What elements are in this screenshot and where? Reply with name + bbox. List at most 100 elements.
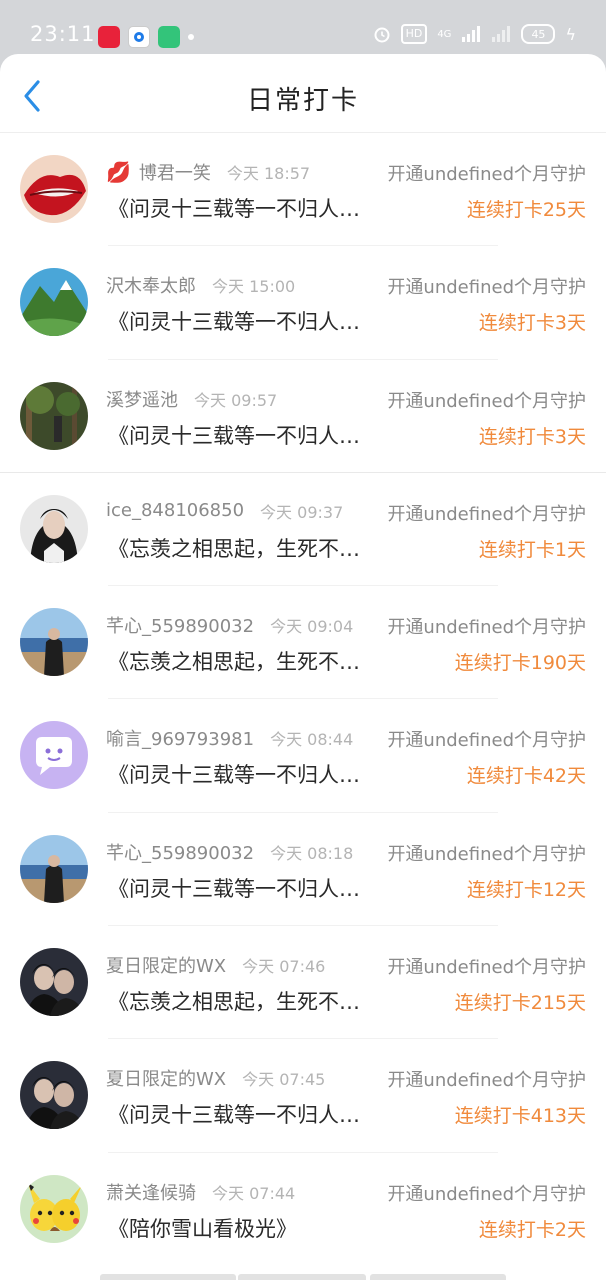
meta-line: 沢木奉太郎 今天 15:00 (106, 272, 295, 298)
list-item[interactable]: 芊心_559890032 今天 08:18 开通undefined个月守护 《问… (0, 813, 606, 927)
streak-count: 连续打卡1天 (478, 538, 586, 561)
user-name[interactable]: 芊心_559890032 (106, 839, 254, 865)
avatar[interactable] (20, 494, 88, 563)
avatar-duo-image (20, 1061, 88, 1130)
guard-status: 开通undefined个月守护 (387, 503, 586, 525)
list-item[interactable]: 💋 博君一笑 今天 18:57 开通undefined个月守护 《问灵十三载等一… (0, 133, 606, 247)
meta-line: ice_848106850 今天 09:37 (106, 499, 343, 523)
user-name[interactable]: ice_848106850 (106, 500, 244, 521)
streak-count: 连续打卡190天 (454, 652, 586, 675)
signal-icon (462, 26, 481, 42)
hd-badge: HD (400, 24, 428, 44)
avatar-mountain-image (20, 268, 88, 337)
notification-app-blue-icon (128, 26, 150, 48)
battery-icon: 45 (521, 24, 556, 44)
avatar[interactable] (20, 608, 88, 677)
list-item[interactable]: 芊心_559890032 今天 09:04 开通undefined个月守护 《忘… (0, 586, 606, 700)
more-notifications-dot-icon (188, 34, 194, 40)
user-name[interactable]: 芊心_559890032 (106, 612, 254, 638)
list-item[interactable]: 溪梦遥池 今天 09:57 开通undefined个月守护 《问灵十三载等一不归… (0, 360, 606, 473)
bottom-tab-hint (100, 1274, 236, 1280)
guard-status: 开通undefined个月守护 (387, 164, 586, 185)
meta-line: 溪梦遥池 今天 09:57 (106, 386, 277, 412)
list-item[interactable]: ice_848106850 今天 09:37 开通undefined个月守护 《… (0, 473, 606, 587)
notification-app-red-icon (98, 26, 120, 48)
user-name[interactable]: 萧关逢候骑 (106, 1179, 196, 1205)
avatar[interactable] (20, 268, 88, 337)
avatar[interactable] (20, 1061, 88, 1130)
status-time: 23:11 (30, 22, 96, 46)
guard-status: 开通undefined个月守护 (387, 617, 586, 639)
avatar-default-chat-image (20, 721, 88, 790)
charging-icon: ϟ (565, 24, 576, 44)
post-time: 今天 09:57 (194, 390, 278, 410)
avatar[interactable] (20, 381, 88, 450)
checkin-title[interactable]: 《问灵十三载等一不归人… (108, 420, 376, 450)
post-time: 今天 18:57 (226, 164, 311, 183)
avatar[interactable] (20, 948, 88, 1017)
post-time: 今天 08:18 (270, 843, 354, 863)
list-item[interactable]: 夏日限定的WX 今天 07:46 开通undefined个月守护 《忘羡之相思起… (0, 926, 606, 1040)
streak-count: 连续打卡2天 (478, 1218, 586, 1241)
post-time: 今天 07:44 (212, 1183, 296, 1203)
user-name[interactable]: 喻言_969793981 (106, 725, 254, 751)
checkin-title[interactable]: 《问灵十三载等一不归人… (108, 306, 376, 336)
guard-status: 开通undefined个月守护 (387, 730, 586, 752)
user-name[interactable]: 夏日限定的WX (106, 952, 226, 978)
user-name[interactable]: 溪梦遥池 (106, 386, 178, 412)
avatar[interactable] (20, 834, 88, 903)
avatar-lake-image (20, 608, 88, 677)
avatar[interactable] (20, 721, 88, 790)
checkin-title[interactable]: 《问灵十三载等一不归人… (108, 1099, 376, 1129)
meta-line: 夏日限定的WX 今天 07:46 (106, 952, 325, 978)
post-time: 今天 09:37 (260, 502, 344, 522)
signal-2-icon (492, 26, 511, 42)
meta-line: 💋 博君一笑 今天 18:57 (106, 159, 310, 185)
lips-badge-icon: 💋 (106, 160, 131, 184)
checkin-title[interactable]: 《问灵十三载等一不归人… (108, 759, 376, 789)
checkin-title[interactable]: 《问灵十三载等一不归人… (108, 193, 376, 223)
user-name[interactable]: 博君一笑 (139, 159, 211, 185)
list-item[interactable]: 萧关逢候骑 今天 07:44 开通undefined个月守护 《陪你雪山看极光》… (0, 1153, 606, 1266)
checkin-title[interactable]: 《陪你雪山看极光》 (108, 1213, 376, 1243)
meta-line: 芊心_559890032 今天 08:18 (106, 839, 353, 865)
guard-status: 开通undefined个月守护 (387, 277, 586, 299)
checkin-title[interactable]: 《问灵十三载等一不归人… (108, 873, 376, 903)
meta-line: 喻言_969793981 今天 08:44 (106, 725, 353, 751)
list-item[interactable]: 喻言_969793981 今天 08:44 开通undefined个月守护 《问… (0, 699, 606, 813)
post-time: 今天 15:00 (212, 277, 296, 297)
guard-status: 开通undefined个月守护 (387, 957, 586, 979)
list-item[interactable]: 沢木奉太郎 今天 15:00 开通undefined个月守护 《问灵十三载等一不… (0, 246, 606, 360)
notification-app-green-icon (158, 26, 180, 48)
list-item[interactable]: 夏日限定的WX 今天 07:45 开通undefined个月守护 《问灵十三载等… (0, 1039, 606, 1153)
streak-count: 连续打卡413天 (454, 1105, 586, 1128)
avatar[interactable] (20, 1174, 88, 1243)
post-time: 今天 07:46 (242, 957, 326, 977)
avatar-portrait-image (20, 494, 88, 563)
post-time: 今天 09:04 (270, 617, 354, 637)
guard-status: 开通undefined个月守护 (387, 843, 586, 865)
streak-count: 连续打卡215天 (454, 992, 586, 1015)
user-name[interactable]: 沢木奉太郎 (106, 272, 196, 298)
user-name[interactable]: 夏日限定的WX (106, 1065, 226, 1091)
nav-bar: 日常打卡 (0, 54, 606, 133)
checkin-title[interactable]: 《忘羡之相思起，生死不… (108, 646, 376, 676)
checkin-title[interactable]: 《忘羡之相思起，生死不… (108, 533, 376, 563)
guard-status: 开通undefined个月守护 (387, 1070, 586, 1092)
streak-count: 连续打卡42天 (466, 765, 586, 788)
guard-status: 开通undefined个月守护 (387, 390, 586, 412)
checkin-title[interactable]: 《忘羡之相思起，生死不… (108, 986, 376, 1016)
avatar-duo-image (20, 948, 88, 1017)
avatar-pikachu-image (20, 1174, 88, 1243)
streak-count: 连续打卡25天 (466, 199, 586, 221)
streak-count: 连续打卡3天 (478, 312, 586, 335)
network-type: 4G (437, 28, 452, 40)
guard-status: 开通undefined个月守护 (387, 1183, 586, 1205)
notification-icons (98, 26, 194, 48)
post-time: 今天 08:44 (270, 730, 354, 750)
bottom-tab-hint (370, 1274, 506, 1280)
meta-line: 芊心_559890032 今天 09:04 (106, 612, 353, 638)
avatar[interactable] (20, 155, 88, 223)
avatar-forest-image (20, 381, 88, 450)
meta-line: 萧关逢候骑 今天 07:44 (106, 1179, 295, 1205)
